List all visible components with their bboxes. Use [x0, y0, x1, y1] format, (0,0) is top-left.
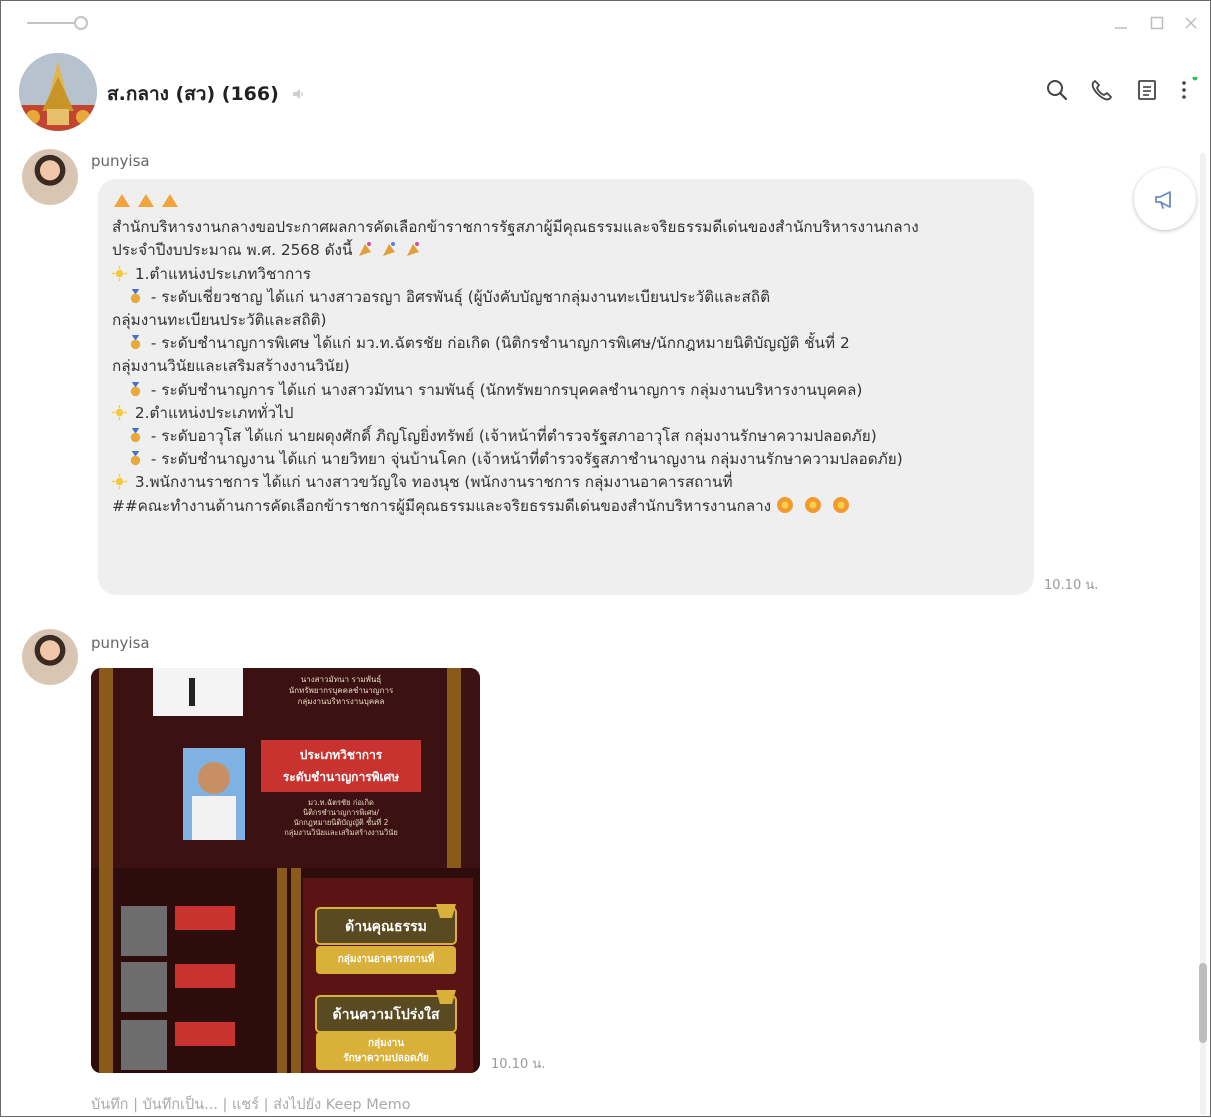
message-line: 2.ตำแหน่งประเภททั่วไป — [112, 402, 1020, 425]
message-line — [112, 191, 1020, 216]
image-caption-line: นางสาวมัทนา รามพันธุ์ — [300, 675, 382, 684]
image-caption-line: กลุ่มงานบริหารงานบุคคล — [297, 697, 385, 706]
message-time: 10.10 น. — [491, 1057, 546, 1072]
message-line: ##คณะทำงานด้านการคัดเลือกข้าราชการผู้มีค… — [112, 495, 1020, 518]
separator: | — [263, 1097, 274, 1113]
message-line: กลุ่มงานวินัยและเสริมสร้างงานวินัย) — [112, 357, 350, 376]
message-line: - ระดับชำนาญงาน ได้แก่ นายวิทยา จุ่นบ้าน… — [112, 448, 1020, 471]
image-caption-line: มว.ท.ฉัตรชัย ก่อเกิด — [308, 798, 374, 807]
title-bar — [1, 1, 1210, 41]
message-line-text: ##คณะทำงานด้านการคัดเลือกข้าราชการผู้มีค… — [112, 496, 772, 515]
message-line: สำนักบริหารงานกลางขอประกาศผลการคัดเลือกข… — [112, 218, 919, 237]
medal-emoji-icon — [130, 428, 141, 443]
message-line-text: - ระดับชำนาญงาน ได้แก่ นายวิทยา จุ่นบ้าน… — [150, 450, 903, 469]
message-line: - ระดับชำนาญการ ได้แก่ นางสาวมัทนา รามพั… — [112, 379, 1020, 402]
sun-emoji-icon — [112, 404, 127, 420]
image-award-sub-line: รักษาความปลอดภัย — [343, 1053, 429, 1064]
close-icon[interactable] — [1183, 15, 1199, 31]
message-line-text: - ระดับอาวุโส ได้แก่ นายผดุงศักดิ์ ภิญโญ… — [150, 427, 877, 446]
image-banner-line: ประเภทวิชาการ — [299, 748, 383, 762]
message-line-text: 1.ตำแหน่งประเภทวิชาการ — [134, 264, 312, 283]
flower-emoji-icon — [777, 496, 850, 513]
scrollbar[interactable] — [1197, 153, 1209, 1115]
phone-icon[interactable] — [1089, 77, 1115, 103]
message-bubble[interactable]: สำนักบริหารงานกลางขอประกาศผลการคัดเลือกข… — [98, 179, 1034, 595]
maximize-icon[interactable] — [1149, 15, 1165, 31]
scrollbar-thumb[interactable] — [1199, 963, 1207, 1043]
party-popper-emoji-icon — [359, 242, 420, 257]
announcement-button[interactable] — [1134, 168, 1196, 230]
sender-avatar[interactable] — [22, 629, 78, 685]
medal-emoji-icon — [130, 335, 141, 350]
sun-emoji-icon — [112, 265, 127, 281]
group-name-text: ส.กลาง (สว) (166) — [107, 83, 279, 105]
message-time: 10.10 น. — [1044, 578, 1099, 593]
search-icon[interactable] — [1044, 77, 1070, 103]
medal-emoji-icon — [130, 288, 141, 303]
chat-area[interactable]: punyisa สำนักบริหารงานกลางขอประกาศผลการค… — [1, 141, 1196, 1118]
mute-icon — [293, 89, 304, 99]
image-award-sub: กลุ่มงาน รักษาความปลอดภัย — [316, 1036, 456, 1066]
message-line-text: 2.ตำแหน่งประเภททั่วไป — [134, 403, 294, 422]
group-avatar[interactable] — [19, 53, 97, 131]
image-message[interactable]: นางสาวมัทนา รามพันธุ์ นักทรัพยากรบุคคลชำ… — [91, 668, 480, 1073]
image-caption-line: กลุ่มงานวินัยและเสริมสร้างงานวินัย — [284, 828, 398, 837]
group-name: ส.กลาง (สว) (166) — [107, 79, 307, 109]
sender-avatar[interactable] — [22, 149, 78, 205]
sender-name: punyisa — [91, 152, 150, 170]
sender-name: punyisa — [91, 634, 150, 652]
message-line-text: ประจำปีงบประมาณ พ.ศ. 2568 ดังนี้ — [112, 241, 353, 260]
message-line-text: 3.พนักงานราชการ ได้แก่ นางสาวขวัญใจ ทองน… — [134, 473, 733, 492]
message-line: - ระดับเชี่ยวชาญ ได้แก่ นางสาวอรญา อิศรพ… — [112, 286, 1020, 309]
sun-emoji-icon — [112, 474, 127, 490]
image-banner-line: ระดับชำนาญการพิเศษ — [282, 770, 400, 784]
message-line: - ระดับอาวุโส ได้แก่ นายผดุงศักดิ์ ภิญโญ… — [112, 425, 1020, 448]
chat-header: ส.กลาง (สว) (166) — [1, 47, 1210, 139]
message-line: 3.พนักงานราชการ ได้แก่ นางสาวขวัญใจ ทองน… — [112, 471, 1020, 494]
medal-emoji-icon — [130, 451, 141, 466]
message-line: กลุ่มงานทะเบียนประวัติและสถิติ) — [112, 311, 327, 330]
image-award-title: ด้านคุณธรรม — [345, 919, 427, 935]
message-line-text: - ระดับชำนาญการ ได้แก่ นางสาวมัทนา รามพั… — [150, 380, 863, 399]
image-award-sub: กลุ่มงานอาคารสถานที่ — [337, 954, 435, 965]
image-caption-line: นักกฎหมายนิติบัญญัติ ชั้นที่ 2 — [293, 818, 389, 827]
minimize-icon[interactable] — [1113, 15, 1129, 31]
image-award-sub-line: กลุ่มงาน — [367, 1038, 405, 1049]
image-caption-line: นิติกรชำนาญการพิเศษ/ — [302, 808, 380, 817]
image-caption-mid: มว.ท.ฉัตรชัย ก่อเกิด นิติกรชำนาญการพิเศษ… — [261, 798, 421, 838]
save-action[interactable]: บันทึก — [91, 1097, 128, 1113]
separator: | — [222, 1097, 233, 1113]
pin-icon[interactable] — [27, 15, 89, 31]
image-caption-top: นางสาวมัทนา รามพันธุ์ นักทรัพยากรบุคคลชำ… — [261, 674, 421, 707]
image-caption-line: นักทรัพยากรบุคคลชำนาญการ — [288, 686, 394, 695]
pointing-hands-emoji-icon — [114, 194, 178, 207]
message-line-text: - ระดับชำนาญการพิเศษ ได้แก่ มว.ท.ฉัตรชัย… — [150, 334, 850, 353]
message-line: ประจำปีงบประมาณ พ.ศ. 2568 ดังนี้ — [112, 239, 1020, 262]
medal-emoji-icon — [130, 381, 141, 396]
share-action[interactable]: แชร์ — [232, 1097, 259, 1113]
image-banner: ประเภทวิชาการ ระดับชำนาญการพิเศษ — [261, 744, 421, 788]
megaphone-icon — [1155, 191, 1171, 209]
more-options-icon[interactable] — [1173, 77, 1199, 103]
message-line-text: - ระดับเชี่ยวชาญ ได้แก่ นางสาวอรญา อิศรพ… — [150, 287, 771, 306]
image-actions: บันทึก | บันทึกเป็น... | แชร์ | ส่งไปยัง… — [91, 1093, 411, 1116]
message-line: 1.ตำแหน่งประเภทวิชาการ — [112, 263, 1020, 286]
notes-icon[interactable] — [1134, 77, 1160, 103]
save-as-action[interactable]: บันทึกเป็น... — [143, 1097, 218, 1113]
separator: | — [133, 1097, 143, 1113]
message-line: - ระดับชำนาญการพิเศษ ได้แก่ มว.ท.ฉัตรชัย… — [112, 332, 1020, 355]
image-award-title: ด้านความโปร่งใส — [332, 1007, 440, 1023]
keep-memo-action[interactable]: ส่งไปยัง Keep Memo — [273, 1097, 410, 1113]
